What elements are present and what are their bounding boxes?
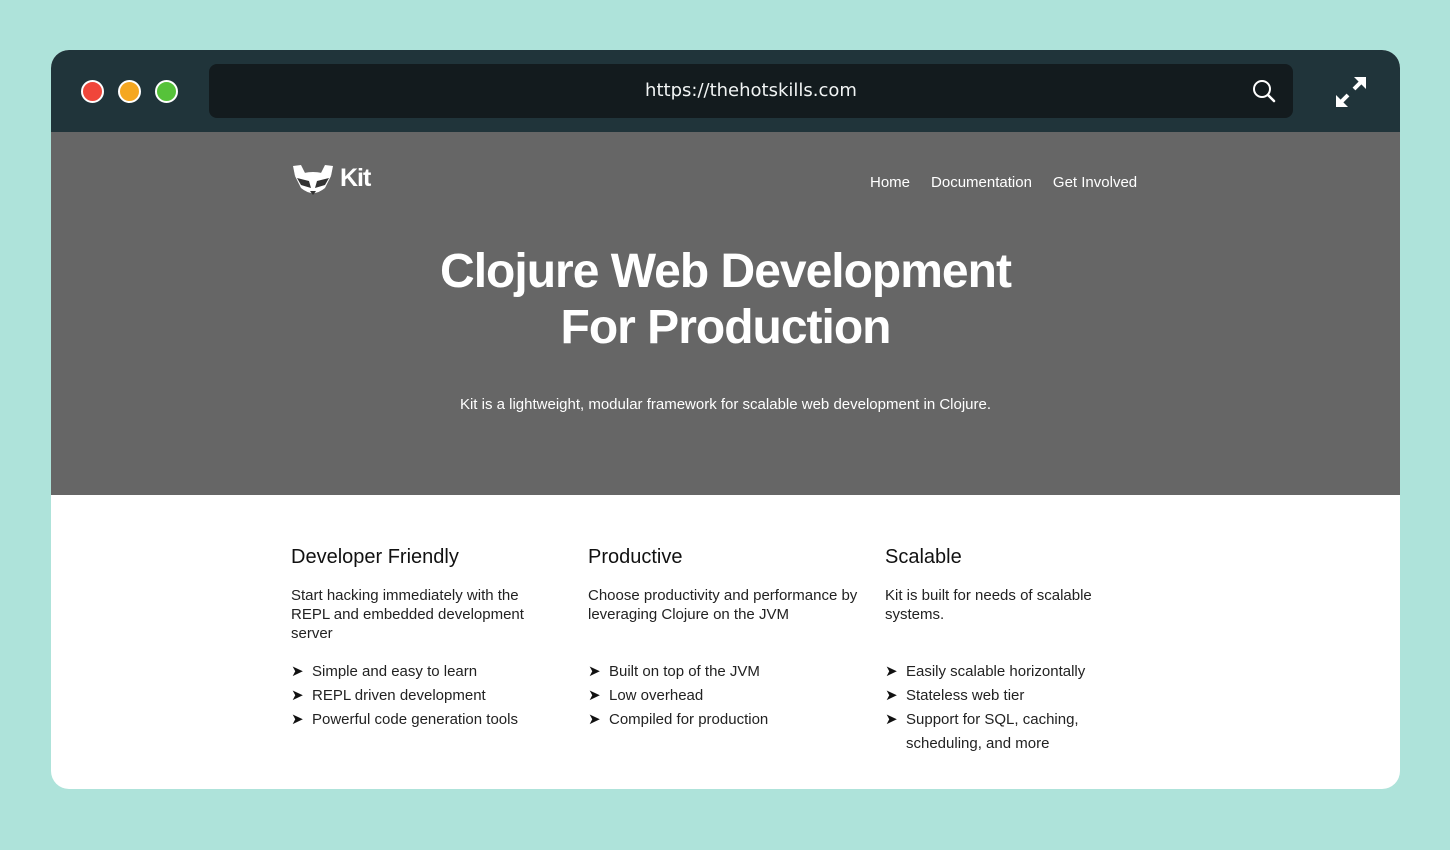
arrow-icon: ➤ xyxy=(885,687,898,704)
feature-scalable: Scalable Kit is built for needs of scala… xyxy=(885,545,1155,756)
list-item: ➤ Easily scalable horizontally xyxy=(885,660,1155,684)
search-icon[interactable] xyxy=(1252,79,1276,103)
site-logo[interactable]: Kit xyxy=(291,162,391,198)
list-item-text: Powerful code generation tools xyxy=(312,711,518,728)
arrow-icon: ➤ xyxy=(885,663,898,680)
list-item: ➤ Powerful code generation tools xyxy=(291,708,561,732)
logo-text: Kit xyxy=(340,164,371,192)
list-item-text: Compiled for production xyxy=(609,711,769,728)
list-item-text: Stateless web tier xyxy=(906,687,1025,704)
arrow-icon: ➤ xyxy=(291,687,304,704)
maximize-window-button[interactable] xyxy=(155,80,178,103)
hero-title-line1: Clojure Web Development xyxy=(440,245,1012,298)
list-item-text: Support for SQL, caching, scheduling, an… xyxy=(906,711,1079,752)
list-item-text: Low overhead xyxy=(609,687,704,704)
arrow-icon: ➤ xyxy=(885,711,898,728)
feature-developer-friendly: Developer Friendly Start hacking immedia… xyxy=(291,545,561,732)
nav-get-involved[interactable]: Get Involved xyxy=(1053,174,1137,194)
feature-description: Start hacking immediately with the REPL … xyxy=(291,587,524,642)
features-section: Developer Friendly Start hacking immedia… xyxy=(51,495,1400,789)
nav-home[interactable]: Home xyxy=(870,174,910,194)
close-window-button[interactable] xyxy=(81,80,104,103)
feature-productive: Productive Choose productivity and perfo… xyxy=(588,545,858,732)
list-item: ➤ Built on top of the JVM xyxy=(588,660,858,684)
hero-title: Clojure Web Development For Production xyxy=(51,244,1400,356)
hero-title-line2: For Production xyxy=(560,301,892,354)
feature-description: Kit is built for needs of scalable syste… xyxy=(885,587,1092,623)
feature-title: Scalable xyxy=(885,546,962,568)
arrow-icon: ➤ xyxy=(291,711,304,728)
arrow-icon: ➤ xyxy=(291,663,304,680)
nav-documentation[interactable]: Documentation xyxy=(931,174,1032,194)
feature-description: Choose productivity and performance by l… xyxy=(588,587,858,623)
hero-section: Kit Home Documentation Get Involved Cloj… xyxy=(51,132,1400,495)
list-item-text: REPL driven development xyxy=(312,687,486,704)
feature-title: Productive xyxy=(588,546,683,568)
main-nav: Home Documentation Get Involved xyxy=(870,174,1137,194)
raccoon-logo-icon xyxy=(293,165,333,195)
feature-bullet-list: ➤ Easily scalable horizontally ➤ Stateless… xyxy=(885,660,1155,756)
feature-bullet-list: ➤ Built on top of the JVM ➤ Low overhead ➤… xyxy=(588,660,858,732)
list-item: ➤ Stateless web tier xyxy=(885,684,1155,708)
list-item: ➤ Simple and easy to learn xyxy=(291,660,561,684)
url-text[interactable]: https://thehotskills.com xyxy=(209,64,1293,118)
arrow-icon: ➤ xyxy=(588,711,601,728)
list-item-text: Easily scalable horizontally xyxy=(906,663,1086,680)
arrow-icon: ➤ xyxy=(588,663,601,680)
list-item: ➤ REPL driven development xyxy=(291,684,561,708)
hero-subtitle: Kit is a lightweight, modular framework … xyxy=(459,396,992,413)
list-item: ➤ Low overhead xyxy=(588,684,858,708)
address-bar[interactable]: https://thehotskills.com xyxy=(209,64,1293,118)
expand-icon[interactable] xyxy=(1334,75,1368,109)
browser-titlebar: https://thehotskills.com xyxy=(51,50,1400,132)
minimize-window-button[interactable] xyxy=(118,80,141,103)
feature-title: Developer Friendly xyxy=(291,546,459,568)
list-item: ➤ Support for SQL, caching, scheduling, a… xyxy=(885,708,1155,756)
arrow-icon: ➤ xyxy=(588,687,601,704)
browser-window: https://thehotskills.com Kit Home Docume… xyxy=(51,50,1400,789)
list-item-text: Built on top of the JVM xyxy=(609,663,760,680)
feature-bullet-list: ➤ Simple and easy to learn ➤ REPL driven d… xyxy=(291,660,561,732)
list-item: ➤ Compiled for production xyxy=(588,708,858,732)
list-item-text: Simple and easy to learn xyxy=(312,663,478,680)
